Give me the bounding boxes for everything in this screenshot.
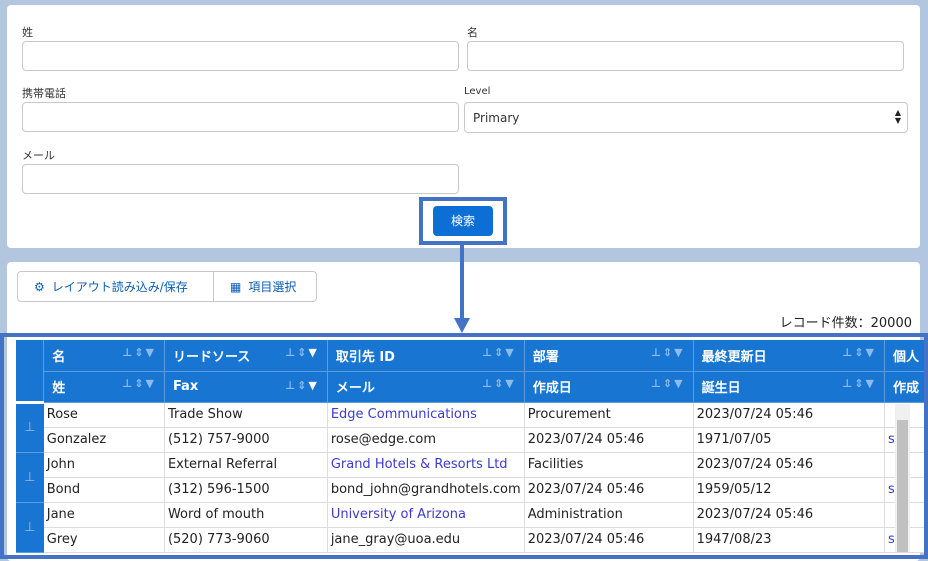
first-name-label: 名: [467, 26, 478, 39]
arrow-annotation: [454, 244, 470, 333]
field-select-label: 項目選択: [248, 280, 297, 294]
mobile-label: 携帯電話: [22, 87, 66, 100]
field-select-button[interactable]: ▦ 項目選択: [213, 271, 317, 302]
grid-highlight-box: [0, 333, 928, 559]
columns-icon: ▦: [230, 279, 242, 294]
select-arrows-icon: ▲ ▼: [894, 108, 901, 125]
email-label: メール: [22, 149, 55, 162]
mobile-input[interactable]: [22, 102, 459, 132]
last-name-label: 姓: [22, 26, 33, 39]
record-count: レコード件数：20000: [779, 316, 912, 331]
level-value: Primary: [473, 111, 520, 125]
last-name-input[interactable]: [22, 41, 459, 71]
level-label: Level: [464, 86, 491, 97]
level-select[interactable]: Primary ▲ ▼: [464, 102, 908, 133]
email-input[interactable]: [22, 164, 459, 194]
layout-button-label: レイアウト読み込み/保存: [51, 280, 188, 294]
layout-button[interactable]: ⚙ レイアウト読み込み/保存: [17, 271, 214, 302]
search-button[interactable]: 検索: [433, 206, 493, 236]
first-name-input[interactable]: [467, 41, 904, 71]
gear-icon: ⚙: [34, 279, 45, 294]
